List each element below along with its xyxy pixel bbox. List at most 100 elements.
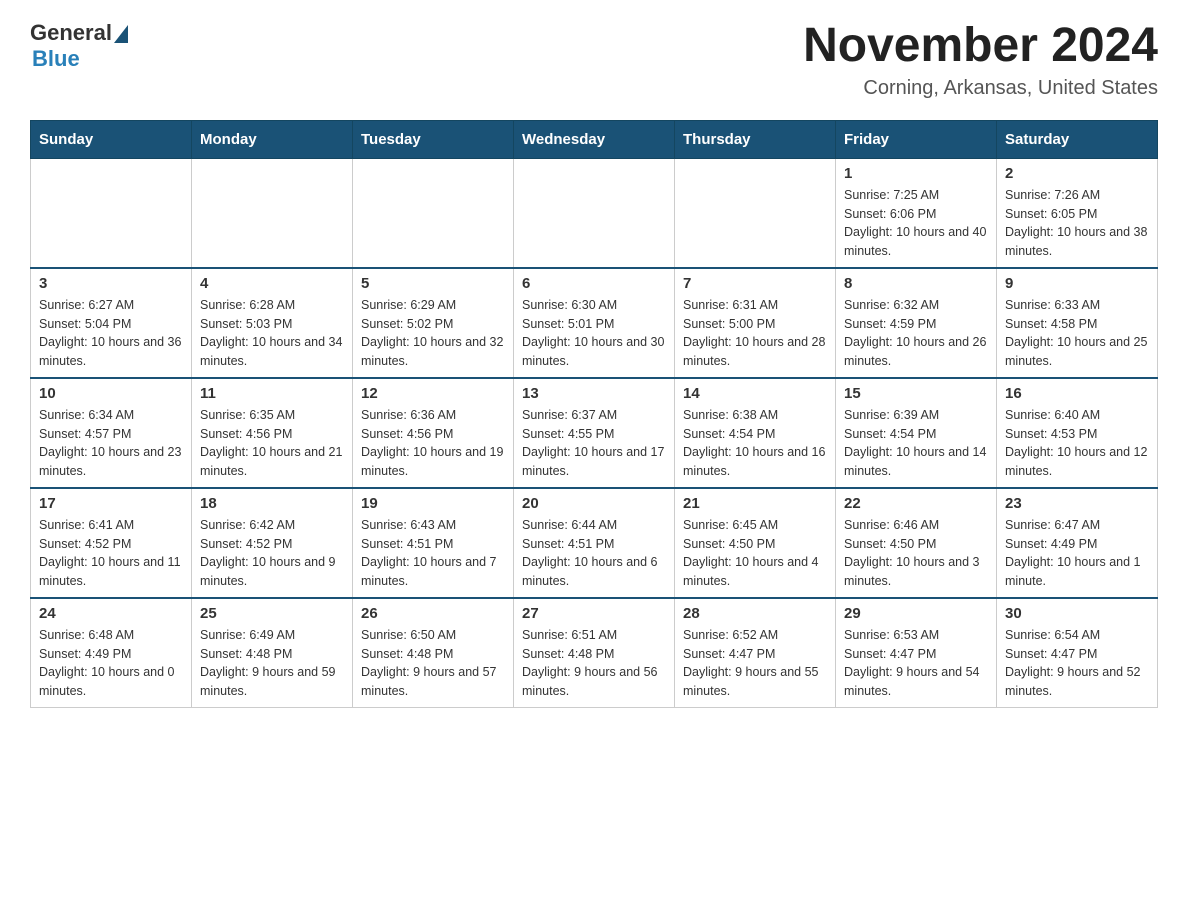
calendar-week-row: 17Sunrise: 6:41 AM Sunset: 4:52 PM Dayli… [31,488,1158,598]
table-row [353,158,514,268]
day-info: Sunrise: 6:30 AM Sunset: 5:01 PM Dayligh… [522,296,666,371]
day-number: 24 [39,605,183,622]
table-row: 29 Sunrise: 6:53 AM Sunset: 4:47 PM Dayli… [836,598,997,708]
calendar-week-row: 1 Sunrise: 7:25 AM Sunset: 6:06 PM Daylig… [31,158,1158,268]
day-number: 13 [522,385,666,402]
table-row: 10 Sunrise: 6:34 AM Sunset: 4:57 PM Dayli… [31,378,192,488]
calendar-subtitle: Corning, Arkansas, United States [803,77,1158,100]
day-info: Sunrise: 6:35 AM Sunset: 4:56 PM Dayligh… [200,406,344,481]
table-row: 8 Sunrise: 6:32 AM Sunset: 4:59 PM Daylig… [836,268,997,378]
table-row: 6 Sunrise: 6:30 AM Sunset: 5:01 PM Daylig… [514,268,675,378]
col-tuesday: Tuesday [353,120,514,158]
table-row: 18 Sunrise: 6:42 AM Sunset: 4:52 PM Dayli… [192,488,353,598]
day-number: 29 [844,605,988,622]
table-row: 16 Sunrise: 6:40 AM Sunset: 4:53 PM Dayli… [997,378,1158,488]
table-row: 22 Sunrise: 6:46 AM Sunset: 4:50 PM Dayli… [836,488,997,598]
day-number: 6 [522,275,666,292]
day-number: 7 [683,275,827,292]
day-info: Sunrise: 7:25 AM Sunset: 6:06 PM Dayligh… [844,186,988,261]
day-number: 3 [39,275,183,292]
day-info: Sunrise: 6:40 AM Sunset: 4:53 PM Dayligh… [1005,406,1149,481]
day-info: Sunrise: 6:45 AM Sunset: 4:50 PM Dayligh… [683,516,827,591]
day-number: 22 [844,495,988,512]
table-row: 3 Sunrise: 6:27 AM Sunset: 5:04 PM Daylig… [31,268,192,378]
table-row: 9Sunrise: 6:33 AM Sunset: 4:58 PM Daylig… [997,268,1158,378]
day-info: Sunrise: 6:54 AM Sunset: 4:47 PM Dayligh… [1005,626,1149,701]
day-info: Sunrise: 6:29 AM Sunset: 5:02 PM Dayligh… [361,296,505,371]
logo-triangle-icon [114,25,128,43]
day-info: Sunrise: 6:51 AM Sunset: 4:48 PM Dayligh… [522,626,666,701]
table-row: 14 Sunrise: 6:38 AM Sunset: 4:54 PM Dayli… [675,378,836,488]
day-number: 5 [361,275,505,292]
logo-blue-text: Blue [32,46,80,72]
calendar-week-row: 10 Sunrise: 6:34 AM Sunset: 4:57 PM Dayli… [31,378,1158,488]
day-number: 16 [1005,385,1149,402]
table-row: 24 Sunrise: 6:48 AM Sunset: 4:49 PM Dayli… [31,598,192,708]
day-info: Sunrise: 6:38 AM Sunset: 4:54 PM Dayligh… [683,406,827,481]
table-row: 13 Sunrise: 6:37 AM Sunset: 4:55 PM Dayli… [514,378,675,488]
day-number: 30 [1005,605,1149,622]
table-row: 7Sunrise: 6:31 AM Sunset: 5:00 PM Daylig… [675,268,836,378]
table-row [192,158,353,268]
table-row [31,158,192,268]
day-number: 28 [683,605,827,622]
table-row: 19 Sunrise: 6:43 AM Sunset: 4:51 PM Dayli… [353,488,514,598]
table-row: 25 Sunrise: 6:49 AM Sunset: 4:48 PM Dayli… [192,598,353,708]
day-info: Sunrise: 6:34 AM Sunset: 4:57 PM Dayligh… [39,406,183,481]
day-info: Sunrise: 6:41 AM Sunset: 4:52 PM Dayligh… [39,516,183,591]
day-info: Sunrise: 6:46 AM Sunset: 4:50 PM Dayligh… [844,516,988,591]
table-row: 4 Sunrise: 6:28 AM Sunset: 5:03 PM Daylig… [192,268,353,378]
calendar-table: Sunday Monday Tuesday Wednesday Thursday… [30,120,1158,708]
day-info: Sunrise: 6:32 AM Sunset: 4:59 PM Dayligh… [844,296,988,371]
day-info: Sunrise: 6:28 AM Sunset: 5:03 PM Dayligh… [200,296,344,371]
day-info: Sunrise: 6:27 AM Sunset: 5:04 PM Dayligh… [39,296,183,371]
table-row: 23 Sunrise: 6:47 AM Sunset: 4:49 PM Dayli… [997,488,1158,598]
day-info: Sunrise: 6:43 AM Sunset: 4:51 PM Dayligh… [361,516,505,591]
day-info: Sunrise: 6:49 AM Sunset: 4:48 PM Dayligh… [200,626,344,701]
col-saturday: Saturday [997,120,1158,158]
table-row: 27 Sunrise: 6:51 AM Sunset: 4:48 PM Dayli… [514,598,675,708]
day-number: 8 [844,275,988,292]
day-info: Sunrise: 6:37 AM Sunset: 4:55 PM Dayligh… [522,406,666,481]
logo-general-text: General [30,20,112,46]
day-number: 14 [683,385,827,402]
day-number: 2 [1005,165,1149,182]
day-number: 18 [200,495,344,512]
day-info: Sunrise: 6:48 AM Sunset: 4:49 PM Dayligh… [39,626,183,701]
table-row: 1 Sunrise: 7:25 AM Sunset: 6:06 PM Daylig… [836,158,997,268]
day-number: 23 [1005,495,1149,512]
day-number: 10 [39,385,183,402]
title-section: November 2024 Corning, Arkansas, United … [803,20,1158,100]
table-row [675,158,836,268]
table-row: 5 Sunrise: 6:29 AM Sunset: 5:02 PM Daylig… [353,268,514,378]
table-row: 28 Sunrise: 6:52 AM Sunset: 4:47 PM Dayli… [675,598,836,708]
day-number: 1 [844,165,988,182]
day-info: Sunrise: 6:39 AM Sunset: 4:54 PM Dayligh… [844,406,988,481]
col-friday: Friday [836,120,997,158]
day-number: 27 [522,605,666,622]
day-number: 26 [361,605,505,622]
table-row: 26Sunrise: 6:50 AM Sunset: 4:48 PM Dayli… [353,598,514,708]
col-sunday: Sunday [31,120,192,158]
table-row: 20 Sunrise: 6:44 AM Sunset: 4:51 PM Dayli… [514,488,675,598]
table-row [514,158,675,268]
col-monday: Monday [192,120,353,158]
day-info: Sunrise: 6:52 AM Sunset: 4:47 PM Dayligh… [683,626,827,701]
day-info: Sunrise: 6:36 AM Sunset: 4:56 PM Dayligh… [361,406,505,481]
day-info: Sunrise: 6:44 AM Sunset: 4:51 PM Dayligh… [522,516,666,591]
day-info: Sunrise: 6:47 AM Sunset: 4:49 PM Dayligh… [1005,516,1149,591]
calendar-title: November 2024 [803,20,1158,73]
day-number: 25 [200,605,344,622]
day-info: Sunrise: 6:42 AM Sunset: 4:52 PM Dayligh… [200,516,344,591]
day-number: 4 [200,275,344,292]
table-row: 30 Sunrise: 6:54 AM Sunset: 4:47 PM Dayli… [997,598,1158,708]
calendar-week-row: 3 Sunrise: 6:27 AM Sunset: 5:04 PM Daylig… [31,268,1158,378]
day-info: Sunrise: 6:53 AM Sunset: 4:47 PM Dayligh… [844,626,988,701]
calendar-header-row: Sunday Monday Tuesday Wednesday Thursday… [31,120,1158,158]
day-number: 20 [522,495,666,512]
day-number: 19 [361,495,505,512]
table-row: 11Sunrise: 6:35 AM Sunset: 4:56 PM Dayli… [192,378,353,488]
day-number: 9 [1005,275,1149,292]
table-row: 21Sunrise: 6:45 AM Sunset: 4:50 PM Dayli… [675,488,836,598]
day-number: 12 [361,385,505,402]
